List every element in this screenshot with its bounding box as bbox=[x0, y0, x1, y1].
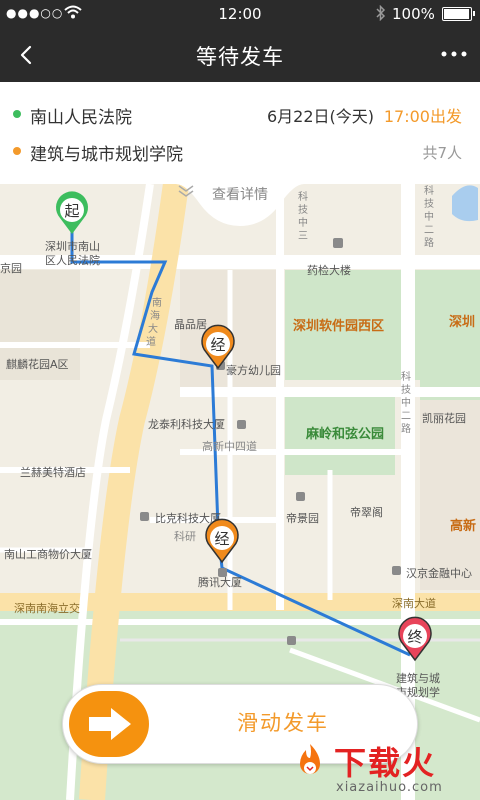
battery-percent: 100% bbox=[392, 5, 435, 23]
start-location: 南山人民法院 bbox=[30, 108, 132, 128]
map-label: 科研 bbox=[174, 529, 196, 543]
slider-knob[interactable] bbox=[69, 691, 149, 757]
bluetooth-icon bbox=[376, 4, 386, 25]
arrow-right-icon bbox=[89, 708, 131, 740]
map-label: 路 bbox=[401, 422, 411, 435]
start-dot-icon bbox=[13, 110, 21, 118]
chevron-down-icon bbox=[178, 185, 194, 197]
map-label-court: 区人民法院 bbox=[45, 253, 100, 267]
map-label: 深圳软件园西区 bbox=[293, 318, 384, 334]
building-icon bbox=[392, 566, 401, 575]
map-label: 京园 bbox=[0, 261, 22, 275]
more-button[interactable] bbox=[436, 36, 472, 72]
start-marker-label: 起 bbox=[64, 202, 79, 220]
map-label: 帝景园 bbox=[286, 511, 319, 525]
map-label: 海 bbox=[150, 309, 160, 322]
end-dot-icon bbox=[13, 147, 21, 155]
slider-label: 滑动发车 bbox=[237, 711, 329, 735]
map-label: 龙泰利科技大厦 bbox=[148, 417, 225, 431]
nav-bar: 等待发车 bbox=[0, 28, 480, 82]
map-label: 豪方幼儿园 bbox=[226, 363, 281, 377]
map-label-court: 深圳市南山 bbox=[45, 239, 100, 253]
status-bar: ●●●○○ 12:00 100% bbox=[0, 0, 480, 28]
map-label: 技 bbox=[424, 197, 434, 210]
map-label: 科 bbox=[424, 184, 434, 197]
end-row: 建筑与城市规划学院 共7人 bbox=[0, 134, 480, 170]
departure-time: 17:00出发 bbox=[383, 107, 462, 126]
map-label: 南 bbox=[152, 296, 162, 309]
map-label: 中 bbox=[401, 396, 411, 409]
passenger-count: 共7人 bbox=[422, 144, 462, 162]
map-label: 科 bbox=[401, 370, 411, 383]
trip-date: 6月22日(今天) bbox=[266, 107, 374, 126]
map-label: 中 bbox=[424, 210, 434, 223]
via-marker-label: 经 bbox=[210, 336, 225, 354]
building-icon bbox=[218, 568, 227, 577]
watermark-url: xiazaihuo.com bbox=[336, 780, 443, 795]
building-icon bbox=[140, 512, 149, 521]
map-label: 药检大楼 bbox=[307, 263, 351, 277]
trip-info-panel: 南山人民法院 6月22日(今天) 17:00出发 建筑与城市规划学院 共7人 bbox=[0, 82, 480, 184]
map-label: 凯丽花园 bbox=[422, 412, 466, 425]
map-label: 路 bbox=[424, 236, 434, 249]
map-label: 汉京金融中心 bbox=[406, 566, 472, 580]
map-label: 高新 bbox=[450, 518, 476, 534]
start-row: 南山人民法院 6月22日(今天) 17:00出发 bbox=[0, 97, 480, 133]
flame-icon bbox=[300, 744, 320, 774]
watermark-text: 下载火 bbox=[334, 744, 437, 782]
watermark-logo: 下载火 xiazaihuo.com bbox=[290, 738, 480, 800]
map-label: 南山工商物价大厦 bbox=[4, 547, 92, 561]
building-icon bbox=[296, 492, 305, 501]
view-details-button[interactable]: 查看详情 bbox=[176, 184, 304, 228]
map-label: 高新中四道 bbox=[202, 439, 257, 453]
map-label: 腾讯大厦 bbox=[198, 575, 242, 589]
map-label: 技 bbox=[401, 383, 411, 396]
page-title: 等待发车 bbox=[196, 45, 284, 69]
building-icon bbox=[333, 238, 343, 248]
map-label: 兰赫美特酒店 bbox=[20, 465, 86, 479]
map-label: 晶品居 bbox=[174, 318, 207, 331]
map-label: 深南大道 bbox=[392, 596, 436, 610]
building-icon bbox=[237, 420, 246, 429]
map-label: 麒麟花园A区 bbox=[6, 357, 69, 371]
map-label: 深南南海立交 bbox=[14, 601, 80, 615]
map-label: 帝翠阁 bbox=[350, 505, 383, 519]
end-location: 建筑与城市规划学院 bbox=[30, 145, 183, 165]
map-label: 麻岭和弦公园 bbox=[305, 426, 384, 442]
battery-icon bbox=[442, 7, 475, 21]
map-label: 三 bbox=[298, 231, 308, 242]
map-label: 建筑与城 bbox=[396, 671, 440, 685]
end-marker-label: 终 bbox=[407, 628, 422, 646]
more-icon bbox=[441, 51, 467, 57]
via-marker-label: 经 bbox=[214, 530, 229, 548]
park-area bbox=[420, 270, 480, 400]
map-label: 道 bbox=[146, 335, 156, 348]
map-label: 二 bbox=[401, 411, 411, 422]
map-label: 大 bbox=[148, 322, 158, 335]
map-label: 二 bbox=[424, 225, 434, 236]
map-label: 深圳 bbox=[449, 314, 475, 330]
building-icon bbox=[287, 636, 296, 645]
